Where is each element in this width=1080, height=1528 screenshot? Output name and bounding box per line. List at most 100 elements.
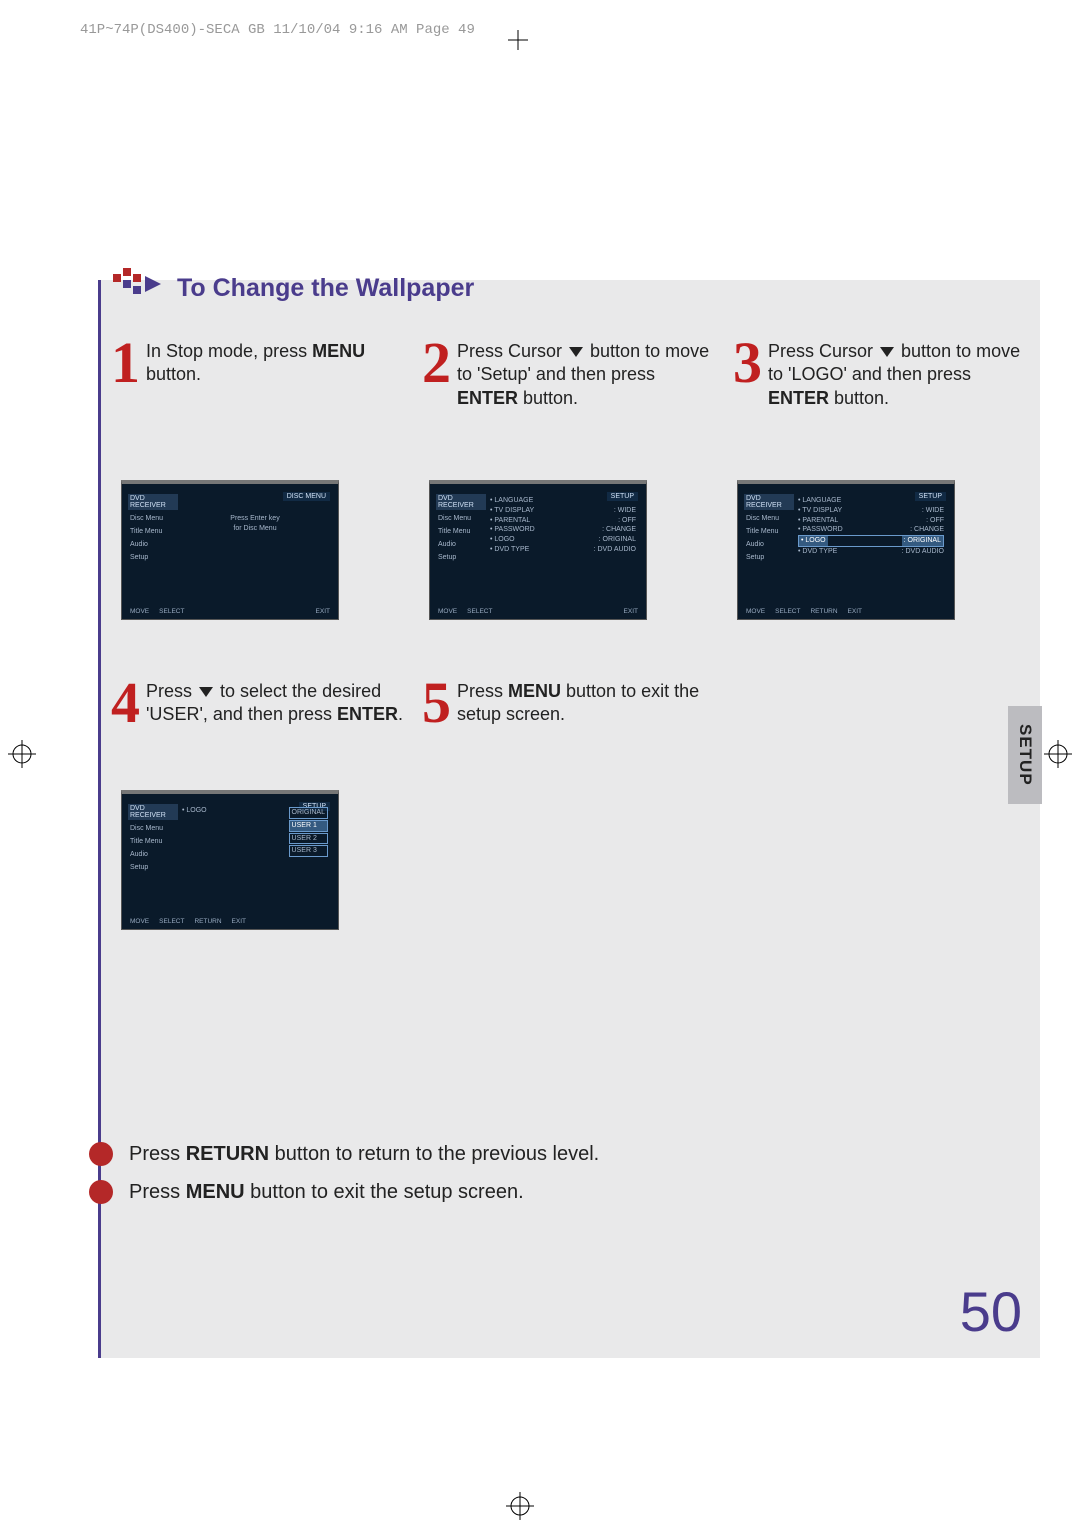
screenshot-2: SETUP DVD RECEIVER Disc Menu Title Menu … xyxy=(429,480,647,620)
bold: MENU xyxy=(312,341,365,361)
list-item: Audio xyxy=(128,850,178,859)
step-text: Press MENU button to exit the setup scre… xyxy=(457,680,719,727)
list-item: Setup xyxy=(128,553,178,562)
step-number: 5 xyxy=(422,680,451,726)
list-item: Audio xyxy=(128,540,178,549)
bold: ENTER xyxy=(768,388,829,408)
screenshot-4: SETUP DVD RECEIVER Disc Menu Title Menu … xyxy=(121,790,339,930)
txt: Press Enter key xyxy=(182,514,328,524)
bullet-icon xyxy=(89,1142,113,1166)
list-item: Setup xyxy=(436,553,486,562)
shot-footer: MOVE SELECT RETURN EXIT xyxy=(744,608,948,615)
foot-item: MOVE xyxy=(436,608,459,615)
section-header: To Change the Wallpaper xyxy=(113,268,474,308)
down-triangle-icon xyxy=(199,687,213,697)
down-triangle-icon xyxy=(569,347,583,357)
foot-item: SELECT xyxy=(157,608,186,615)
print-header: 41P~74P(DS400)-SECA GB 11/10/04 9:16 AM … xyxy=(80,22,475,38)
list-item: • LOGO: ORIGINAL xyxy=(490,535,636,545)
txt: Press xyxy=(129,1181,186,1203)
note-row: Press RETURN button to return to the pre… xyxy=(89,1142,1040,1166)
step-5: 5 Press MENU button to exit the setup sc… xyxy=(422,680,719,727)
shot-sidebar: DVD RECEIVER Disc Menu Title Menu Audio … xyxy=(128,494,178,603)
list-item: • PARENTAL: OFF xyxy=(490,516,636,526)
step-3: 3 Press Cursor button to move to 'LOGO' … xyxy=(733,340,1030,410)
dots-icon xyxy=(113,268,167,308)
step-text: Press to select the desired 'USER', and … xyxy=(146,680,408,727)
shot-footer: MOVE SELECT RETURN EXIT xyxy=(128,918,332,925)
txt: . xyxy=(398,704,403,724)
step-4: 4 Press to select the desired 'USER', an… xyxy=(111,680,408,727)
shot-main: • LOGOORIGINALUSER 1USER 2USER 3 xyxy=(178,804,332,913)
step-number: 2 xyxy=(422,340,451,386)
list-item: Disc Menu xyxy=(436,514,486,523)
shot-sidebar: DVD RECEIVER Disc Menu Title Menu Audio … xyxy=(128,804,178,913)
screenshots-row-1: DISC MENU DVD RECEIVER Disc Menu Title M… xyxy=(121,480,1020,620)
registration-mark-left xyxy=(8,740,36,768)
shot-main: • LANGUAGE• TV DISPLAY: WIDE• PARENTAL: … xyxy=(794,494,948,603)
list-item: Audio xyxy=(436,540,486,549)
txt: Press xyxy=(457,681,508,701)
txt: for Disc Menu xyxy=(182,524,328,534)
side-tab-setup: SETUP xyxy=(1008,706,1042,804)
side-tab-label: SETUP xyxy=(1015,724,1035,786)
step-text: In Stop mode, press MENU button. xyxy=(146,340,408,387)
list-item: Disc Menu xyxy=(744,514,794,523)
txt: Press xyxy=(129,1143,186,1165)
bold: MENU xyxy=(186,1181,245,1203)
step-text: Press Cursor button to move to 'LOGO' an… xyxy=(768,340,1030,410)
list-item: • TV DISPLAY: WIDE xyxy=(798,506,944,516)
shot-main: • LANGUAGE• TV DISPLAY: WIDE• PARENTAL: … xyxy=(486,494,640,603)
txt: button to return to the previous level. xyxy=(269,1143,599,1165)
bold: MENU xyxy=(508,681,561,701)
step-1: 1 In Stop mode, press MENU button. xyxy=(111,340,408,410)
list-item: Title Menu xyxy=(128,837,178,846)
shot-footer: MOVE SELECT EXIT xyxy=(128,608,332,615)
txt: Press Cursor button to move to 'LOGO' an… xyxy=(768,341,1020,384)
list-item: • TV DISPLAY: WIDE xyxy=(490,506,636,516)
notes: Press RETURN button to return to the pre… xyxy=(101,1128,1040,1218)
step-text: Press Cursor button to move to 'Setup' a… xyxy=(457,340,719,410)
txt: button. xyxy=(146,364,201,384)
list-item: Disc Menu xyxy=(128,824,178,833)
step-number: 3 xyxy=(733,340,762,386)
shot-sidebar: DVD RECEIVER Disc Menu Title Menu Audio … xyxy=(436,494,486,603)
list-item: • DVD TYPE: DVD AUDIO xyxy=(798,547,944,557)
steps-row-1: 1 In Stop mode, press MENU button. 2 Pre… xyxy=(111,340,1030,410)
screenshot-3: SETUP DVD RECEIVER Disc Menu Title Menu … xyxy=(737,480,955,620)
bold: RETURN xyxy=(186,1143,269,1165)
list-item: Title Menu xyxy=(744,527,794,536)
section-title: To Change the Wallpaper xyxy=(177,274,474,303)
list-item: • PARENTAL: OFF xyxy=(798,516,944,526)
bold: ENTER xyxy=(337,704,398,724)
txt: In Stop mode, press xyxy=(146,341,312,361)
list-item: • PASSWORD: CHANGE xyxy=(798,525,944,535)
list-item: Disc Menu xyxy=(128,514,178,523)
txt: Press Cursor button to move to 'Setup' a… xyxy=(457,341,709,384)
txt: button to exit the setup screen. xyxy=(245,1181,524,1203)
foot-item: RETURN xyxy=(192,918,223,925)
foot-item: MOVE xyxy=(128,918,151,925)
page-number: 50 xyxy=(960,1279,1022,1344)
foot-item: EXIT xyxy=(622,608,640,615)
brand: DVD RECEIVER xyxy=(128,494,178,510)
screenshots-row-2: SETUP DVD RECEIVER Disc Menu Title Menu … xyxy=(121,790,339,930)
down-triangle-icon xyxy=(880,347,894,357)
note-text: Press RETURN button to return to the pre… xyxy=(129,1143,599,1166)
foot-item: EXIT xyxy=(846,608,864,615)
list-item: Audio xyxy=(744,540,794,549)
step-2: 2 Press Cursor button to move to 'Setup'… xyxy=(422,340,719,410)
foot-item: SELECT xyxy=(157,918,186,925)
foot-item: EXIT xyxy=(314,608,332,615)
brand: DVD RECEIVER xyxy=(128,804,178,820)
brand: DVD RECEIVER xyxy=(436,494,486,510)
list-item: • LOGO: ORIGINAL xyxy=(798,535,944,547)
shot-footer: MOVE SELECT EXIT xyxy=(436,608,640,615)
list-item: • LANGUAGE xyxy=(490,496,636,506)
steps-row-2: 4 Press to select the desired 'USER', an… xyxy=(111,680,1030,727)
step-number: 1 xyxy=(111,340,140,386)
list-item: • DVD TYPE: DVD AUDIO xyxy=(490,545,636,555)
bold: ENTER xyxy=(457,388,518,408)
txt: button. xyxy=(829,388,889,408)
foot-item: MOVE xyxy=(128,608,151,615)
